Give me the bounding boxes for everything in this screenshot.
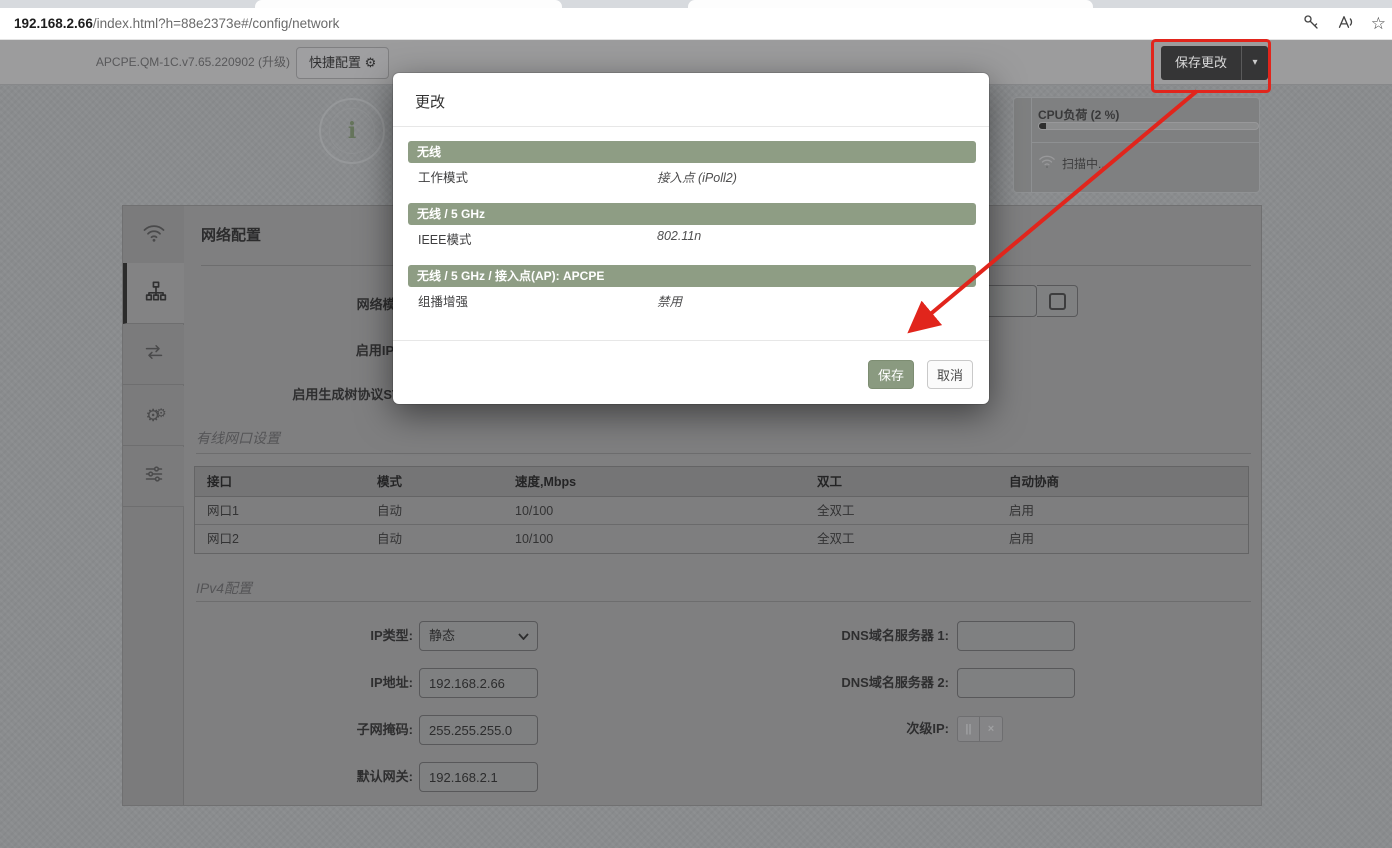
section-header-wireless: 无线 — [408, 141, 976, 163]
page-title: 网络配置 — [201, 224, 261, 245]
wifi-icon — [142, 223, 166, 248]
modal-cancel-button[interactable]: 取消 — [927, 360, 973, 389]
password-key-icon[interactable] — [1302, 13, 1320, 36]
exchange-arrows-icon — [143, 342, 165, 367]
enable-stp-label: 启用生成树协议STP: — [193, 384, 413, 403]
table-row: 网口1 自动 10/100 全双工 启用 — [195, 497, 1248, 525]
enable-ipv6-label: 启用IPv6: — [193, 340, 413, 359]
network-topology-icon — [145, 280, 167, 307]
url-host: 192.168.2.66 — [14, 16, 93, 31]
secondary-ip-toggle-button[interactable]: || — [957, 716, 980, 742]
sidebar-item-network[interactable] — [123, 263, 184, 324]
col-interface: 接口 — [207, 467, 232, 497]
section-header-5ghz: 无线 / 5 GHz — [408, 203, 976, 225]
gears-icon: ⚙⚙ — [145, 406, 161, 426]
page-url[interactable]: 192.168.2.66/index.html?h=88e2373e#/conf… — [14, 8, 339, 40]
checkbox-addon — [1037, 285, 1078, 317]
screen: 192.168.2.66/index.html?h=88e2373e#/conf… — [0, 0, 1392, 848]
network-option-checkbox[interactable] — [1049, 293, 1066, 310]
chevron-down-icon — [518, 633, 529, 640]
default-gateway-field[interactable] — [419, 762, 538, 792]
ip-type-select[interactable]: 静态 — [419, 621, 538, 651]
dns2-label: DNS域名服务器 2: — [729, 668, 949, 698]
cpu-load-label: CPU负荷 (2 %) — [1038, 106, 1119, 123]
sidebar-item-traffic[interactable] — [123, 325, 184, 385]
secondary-ip-label: 次级IP: — [729, 714, 949, 744]
ipv4-heading: IPv4配置 — [196, 578, 252, 598]
setting-value: 接入点 (iPoll2) — [657, 167, 737, 186]
table-header-row: 接口 模式 速度,Mbps 双工 自动协商 — [195, 467, 1248, 497]
dns1-field[interactable] — [957, 621, 1075, 651]
sidebar-item-system[interactable] — [123, 447, 184, 507]
sliders-icon — [143, 464, 165, 489]
chevron-down-icon[interactable]: ▾ — [1242, 46, 1268, 80]
ip-type-label: IP类型: — [193, 621, 413, 651]
ip-address-field[interactable] — [419, 668, 538, 698]
setting-label: 工作模式 — [418, 167, 468, 186]
col-mode: 模式 — [377, 467, 402, 497]
info-indicator: i — [319, 98, 385, 164]
dns1-label: DNS域名服务器 1: — [729, 621, 949, 651]
browser-tab-strip — [0, 0, 1392, 8]
url-path: /index.html?h=88e2373e#/config/network — [93, 16, 340, 31]
default-gateway-label: 默认网关: — [193, 762, 413, 792]
setting-label: IEEE模式 — [418, 229, 472, 248]
cpu-load-progressbar — [1038, 122, 1259, 130]
sidebar-item-wireless[interactable] — [123, 206, 184, 266]
changes-modal: 更改 无线 工作模式 接入点 (iPoll2) 无线 / 5 GHz IEEE模… — [393, 73, 989, 404]
status-card: CPU负荷 (2 %) 扫描中... — [1013, 97, 1260, 193]
save-changes-button[interactable]: 保存更改 — [1161, 46, 1241, 80]
table-row: 网口2 自动 10/100 全双工 启用 — [195, 525, 1248, 553]
setting-value: 禁用 — [657, 291, 682, 310]
wired-ports-table: 接口 模式 速度,Mbps 双工 自动协商 网口1 自动 10/100 全双工 … — [194, 466, 1249, 554]
secondary-ip-controls: || × — [957, 716, 1003, 742]
browser-url-bar[interactable]: 192.168.2.66/index.html?h=88e2373e#/conf… — [0, 8, 1392, 40]
col-autoneg: 自动协商 — [1009, 467, 1059, 497]
secondary-ip-remove-button[interactable]: × — [980, 716, 1003, 742]
scanning-status: 扫描中... — [1038, 154, 1108, 172]
cpu-load-fill — [1039, 123, 1046, 129]
info-icon: i — [329, 108, 375, 154]
sidebar: ⚙⚙ — [123, 206, 184, 805]
gear-icon: ⚙ — [365, 55, 377, 70]
save-changes-split-button[interactable]: 保存更改 ▾ — [1161, 46, 1268, 80]
favorite-star-icon[interactable]: ☆ — [1371, 14, 1386, 34]
sidebar-item-services[interactable]: ⚙⚙ — [123, 386, 184, 446]
modal-title: 更改 — [415, 91, 445, 112]
network-mode-label: 网络模式: — [193, 294, 413, 313]
subnet-mask-label: 子网掩码: — [193, 715, 413, 745]
modal-save-button[interactable]: 保存 — [868, 360, 914, 389]
setting-value: 802.11n — [657, 229, 701, 243]
section-header-ap: 无线 / 5 GHz / 接入点(AP): APCPE — [408, 265, 976, 287]
dns2-field[interactable] — [957, 668, 1075, 698]
wifi-icon — [1038, 154, 1056, 172]
browser-tab[interactable] — [688, 0, 1093, 8]
ip-address-label: IP地址: — [193, 668, 413, 698]
read-aloud-icon[interactable] — [1336, 13, 1355, 36]
scanning-label: 扫描中... — [1062, 155, 1108, 172]
browser-tab[interactable] — [255, 0, 562, 8]
subnet-mask-field[interactable] — [419, 715, 538, 745]
quick-config-button[interactable]: 快捷配置 ⚙ — [296, 47, 389, 79]
setting-label: 组播增强 — [418, 291, 468, 310]
wired-ports-heading: 有线网口设置 — [196, 428, 280, 448]
col-duplex: 双工 — [817, 467, 842, 497]
device-firmware-label: APCPE.QM-1C.v7.65.220902 (升级) — [40, 40, 290, 85]
col-speed: 速度,Mbps — [515, 467, 576, 497]
